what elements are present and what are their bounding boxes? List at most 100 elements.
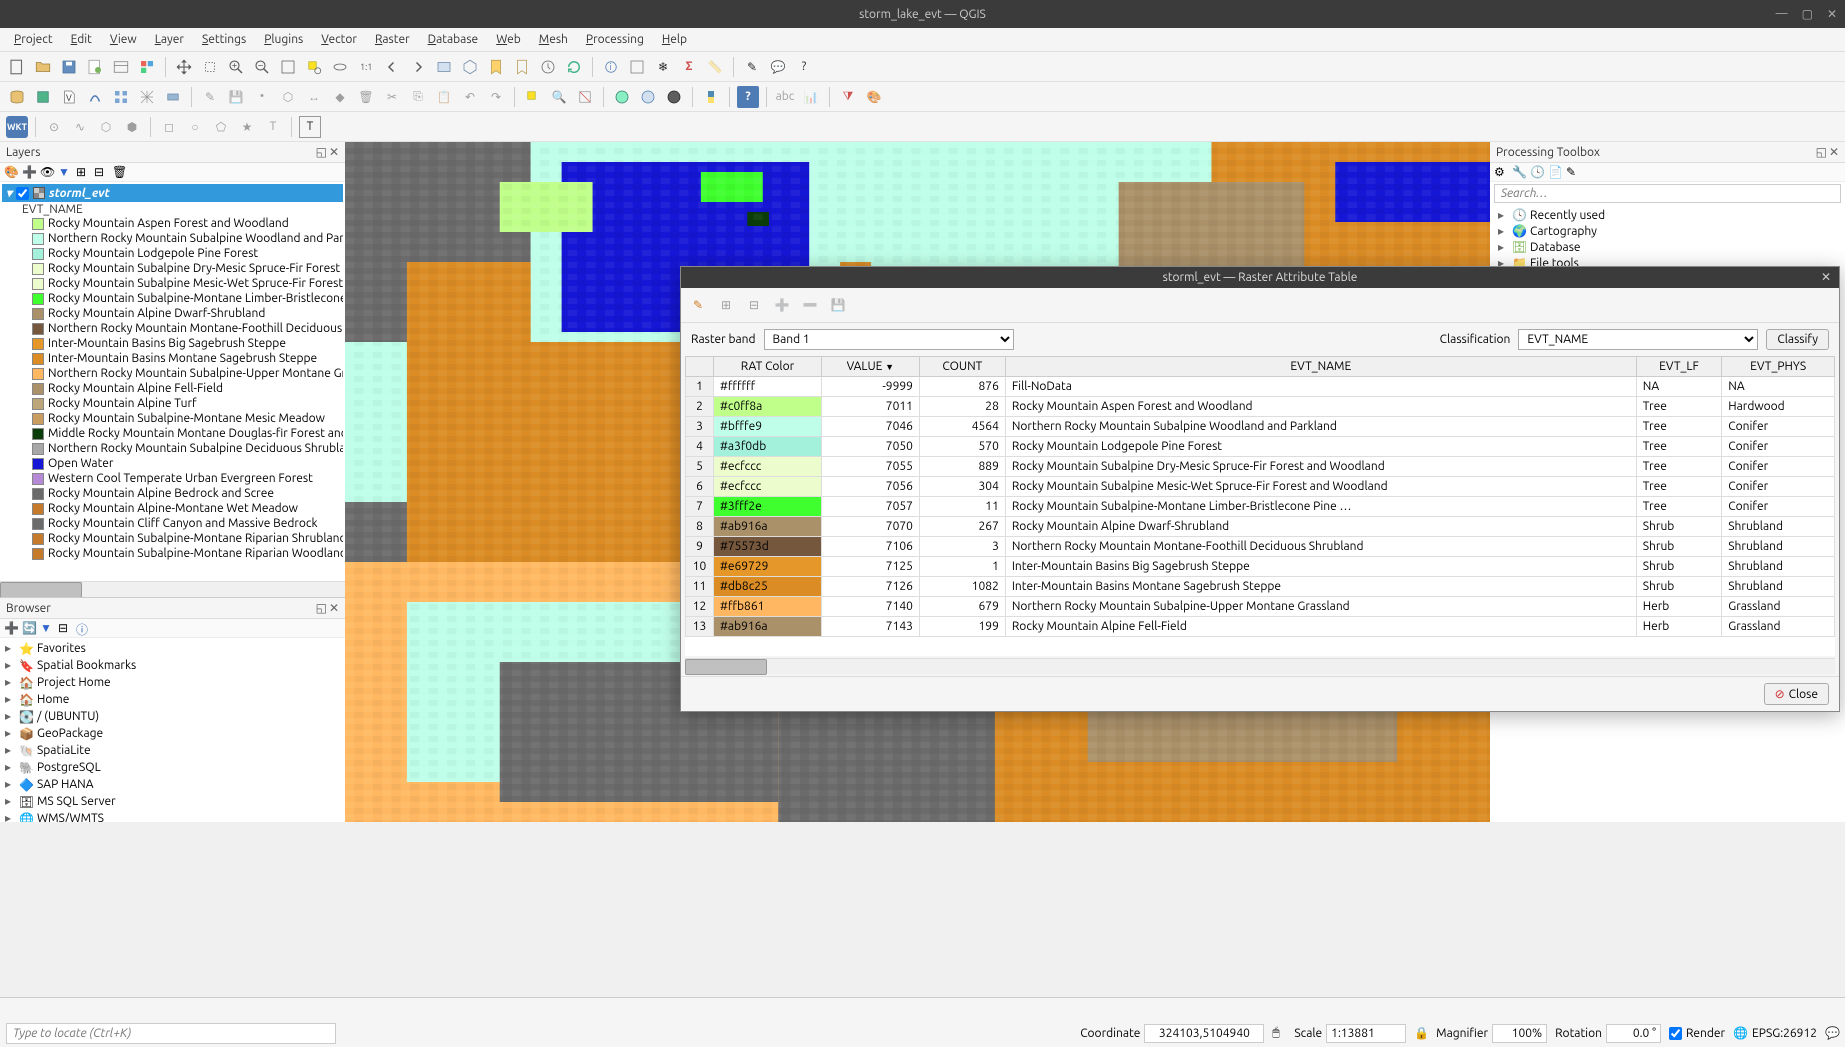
collapse-browser-icon[interactable]: ⊟ xyxy=(58,621,72,635)
add-layer-icon[interactable]: ➕ xyxy=(4,621,18,635)
legend-item[interactable]: Rocky Mountain Alpine Bedrock and Scree xyxy=(2,486,343,501)
legend-item[interactable]: Rocky Mountain Alpine-Montane Wet Meadow xyxy=(2,501,343,516)
table-row[interactable]: 6#ecfccc7056304Rocky Mountain Subalpine … xyxy=(686,477,1835,497)
menu-edit[interactable]: Edit xyxy=(63,31,100,48)
new-map-view-icon[interactable] xyxy=(433,56,455,78)
menu-mesh[interactable]: Mesh xyxy=(531,31,576,48)
layer-visibility-checkbox[interactable] xyxy=(16,187,29,200)
map-tips-icon[interactable]: 💬 xyxy=(767,56,789,78)
properties-icon[interactable]: ⓘ xyxy=(76,621,90,635)
maximize-icon[interactable]: ▢ xyxy=(1802,7,1813,21)
legend-item[interactable]: Rocky Mountain Cliff Canyon and Massive … xyxy=(2,516,343,531)
rat-col-header[interactable]: RAT Color xyxy=(714,357,822,377)
undock-icon[interactable]: ◱ xyxy=(316,145,327,159)
table-row[interactable]: 11#db8c2571261082Inter-Mountain Basins M… xyxy=(686,577,1835,597)
deselect-icon[interactable] xyxy=(574,86,596,108)
rat-color-cell[interactable]: #bfffe9 xyxy=(714,417,822,437)
menu-plugins[interactable]: Plugins xyxy=(256,31,311,48)
rat-table[interactable]: RAT ColorVALUE ▼COUNTEVT_NAMEEVT_LFEVT_P… xyxy=(685,356,1835,637)
browser-item[interactable]: ▸🗄MS SQL Server xyxy=(4,793,341,810)
rat-color-cell[interactable]: #ffffff xyxy=(714,377,822,397)
open-data-source-icon[interactable] xyxy=(6,86,28,108)
rat-color-cell[interactable]: #c0ff8a xyxy=(714,397,822,417)
refresh-browser-icon[interactable]: 🔄 xyxy=(22,621,36,635)
temporal-icon[interactable] xyxy=(537,56,559,78)
metasearch-icon[interactable] xyxy=(663,86,685,108)
nominatim-icon[interactable] xyxy=(637,86,659,108)
manage-themes-icon[interactable]: 👁 xyxy=(40,165,54,179)
new-project-icon[interactable] xyxy=(6,56,28,78)
rat-color-cell[interactable]: #ab916a xyxy=(714,517,822,537)
identify-icon[interactable]: i xyxy=(600,56,622,78)
rat-color-cell[interactable]: #75573d xyxy=(714,537,822,557)
new-geopackage-icon[interactable] xyxy=(32,86,54,108)
legend-item[interactable]: Inter-Mountain Basins Big Sagebrush Step… xyxy=(2,336,343,351)
new-memory-layer-icon[interactable] xyxy=(162,86,184,108)
layers-hscrollbar[interactable] xyxy=(0,581,345,597)
model-icon[interactable]: 🔧 xyxy=(1512,165,1526,179)
rat-col-header[interactable]: VALUE ▼ xyxy=(821,357,919,377)
rat-color-cell[interactable]: #a3f0db xyxy=(714,437,822,457)
browser-item[interactable]: ▸🐘PostgreSQL xyxy=(4,759,341,776)
rat-col-header[interactable]: EVT_NAME xyxy=(1005,357,1636,377)
rat-color-cell[interactable]: #db8c25 xyxy=(714,577,822,597)
menu-web[interactable]: Web xyxy=(488,31,529,48)
new-virtual-layer-icon[interactable] xyxy=(110,86,132,108)
close-panel-icon[interactable]: ✕ xyxy=(329,145,339,159)
layer-root[interactable]: ▾ storml_evt xyxy=(2,184,343,202)
classify-button[interactable]: Classify xyxy=(1766,329,1829,350)
pan-to-selection-icon[interactable] xyxy=(199,56,221,78)
table-row[interactable]: 2#c0ff8a701128Rocky Mountain Aspen Fores… xyxy=(686,397,1835,417)
table-row[interactable]: 1#ffffff-9999876Fill-NoDataNANA xyxy=(686,377,1835,397)
table-row[interactable]: 3#bfffe970464564Northern Rocky Mountain … xyxy=(686,417,1835,437)
rat-col-header[interactable]: EVT_LF xyxy=(1636,357,1721,377)
gear-icon[interactable]: ⚙ xyxy=(1494,165,1508,179)
toolbox-icon[interactable]: ❄ xyxy=(652,56,674,78)
menu-project[interactable]: Project xyxy=(6,31,61,48)
legend-item[interactable]: Western Cool Temperate Urban Evergreen F… xyxy=(2,471,343,486)
undock-icon[interactable]: ◱ xyxy=(316,601,327,615)
zoom-next-icon[interactable] xyxy=(407,56,429,78)
legend-item[interactable]: Rocky Mountain Subalpine Dry-Mesic Spruc… xyxy=(2,261,343,276)
menu-help[interactable]: Help xyxy=(654,31,695,48)
undock-icon[interactable]: ◱ xyxy=(1816,145,1827,159)
close-panel-icon[interactable]: ✕ xyxy=(1829,145,1839,159)
layer-filter-icon[interactable]: ⧩ xyxy=(837,86,859,108)
python-console-icon[interactable] xyxy=(700,86,722,108)
rat-col-header[interactable]: EVT_PHYS xyxy=(1722,357,1835,377)
browser-item[interactable]: ▸🏠Home xyxy=(4,691,341,708)
history-icon[interactable]: 🕓 xyxy=(1530,165,1544,179)
open-project-icon[interactable] xyxy=(32,56,54,78)
legend-item[interactable]: Middle Rocky Mountain Montane Douglas-fi… xyxy=(2,426,343,441)
processing-item[interactable]: ▸🕓Recently used xyxy=(1494,207,1841,223)
lock-scale-icon[interactable]: 🔒 xyxy=(1414,1026,1428,1040)
table-row[interactable]: 9#75573d71063Northern Rocky Mountain Mon… xyxy=(686,537,1835,557)
zoom-in-icon[interactable] xyxy=(225,56,247,78)
attribute-actions-icon[interactable] xyxy=(626,56,648,78)
rat-color-cell[interactable]: #ab916a xyxy=(714,617,822,637)
save-project-icon[interactable] xyxy=(58,56,80,78)
select-features-icon[interactable] xyxy=(522,86,544,108)
wkt-icon[interactable]: WKT xyxy=(6,116,28,138)
rat-color-cell[interactable]: #ffb861 xyxy=(714,597,822,617)
legend-item[interactable]: Rocky Mountain Subalpine-Montane Limber-… xyxy=(2,291,343,306)
close-icon[interactable]: ✕ xyxy=(1827,7,1837,21)
rat-color-cell[interactable]: #ecfccc xyxy=(714,457,822,477)
menu-vector[interactable]: Vector xyxy=(313,31,365,48)
browser-item[interactable]: ▸🌐WMS/WMTS xyxy=(4,810,341,822)
statistics-icon[interactable]: Σ xyxy=(678,56,700,78)
new-3d-view-icon[interactable] xyxy=(459,56,481,78)
rotation-value[interactable] xyxy=(1606,1024,1661,1043)
processing-search-input[interactable] xyxy=(1494,184,1841,203)
style-dock-icon[interactable]: 🎨 xyxy=(863,86,885,108)
menu-processing[interactable]: Processing xyxy=(578,31,652,48)
classification-select[interactable]: EVT_NAME xyxy=(1518,329,1758,350)
legend-item[interactable]: Open Water xyxy=(2,456,343,471)
layer-tree[interactable]: ▾ storml_evt EVT_NAME Rocky Mountain Asp… xyxy=(0,182,345,581)
legend-item[interactable]: Rocky Mountain Subalpine Mesic-Wet Spruc… xyxy=(2,276,343,291)
new-print-layout-icon[interactable] xyxy=(84,56,106,78)
close-button[interactable]: ⊘ Close xyxy=(1764,683,1829,705)
browser-item[interactable]: ▸🏠Project Home xyxy=(4,674,341,691)
edit-rat-icon[interactable]: ✎ xyxy=(687,294,709,316)
legend-item[interactable]: Rocky Mountain Alpine Dwarf-Shrubland xyxy=(2,306,343,321)
